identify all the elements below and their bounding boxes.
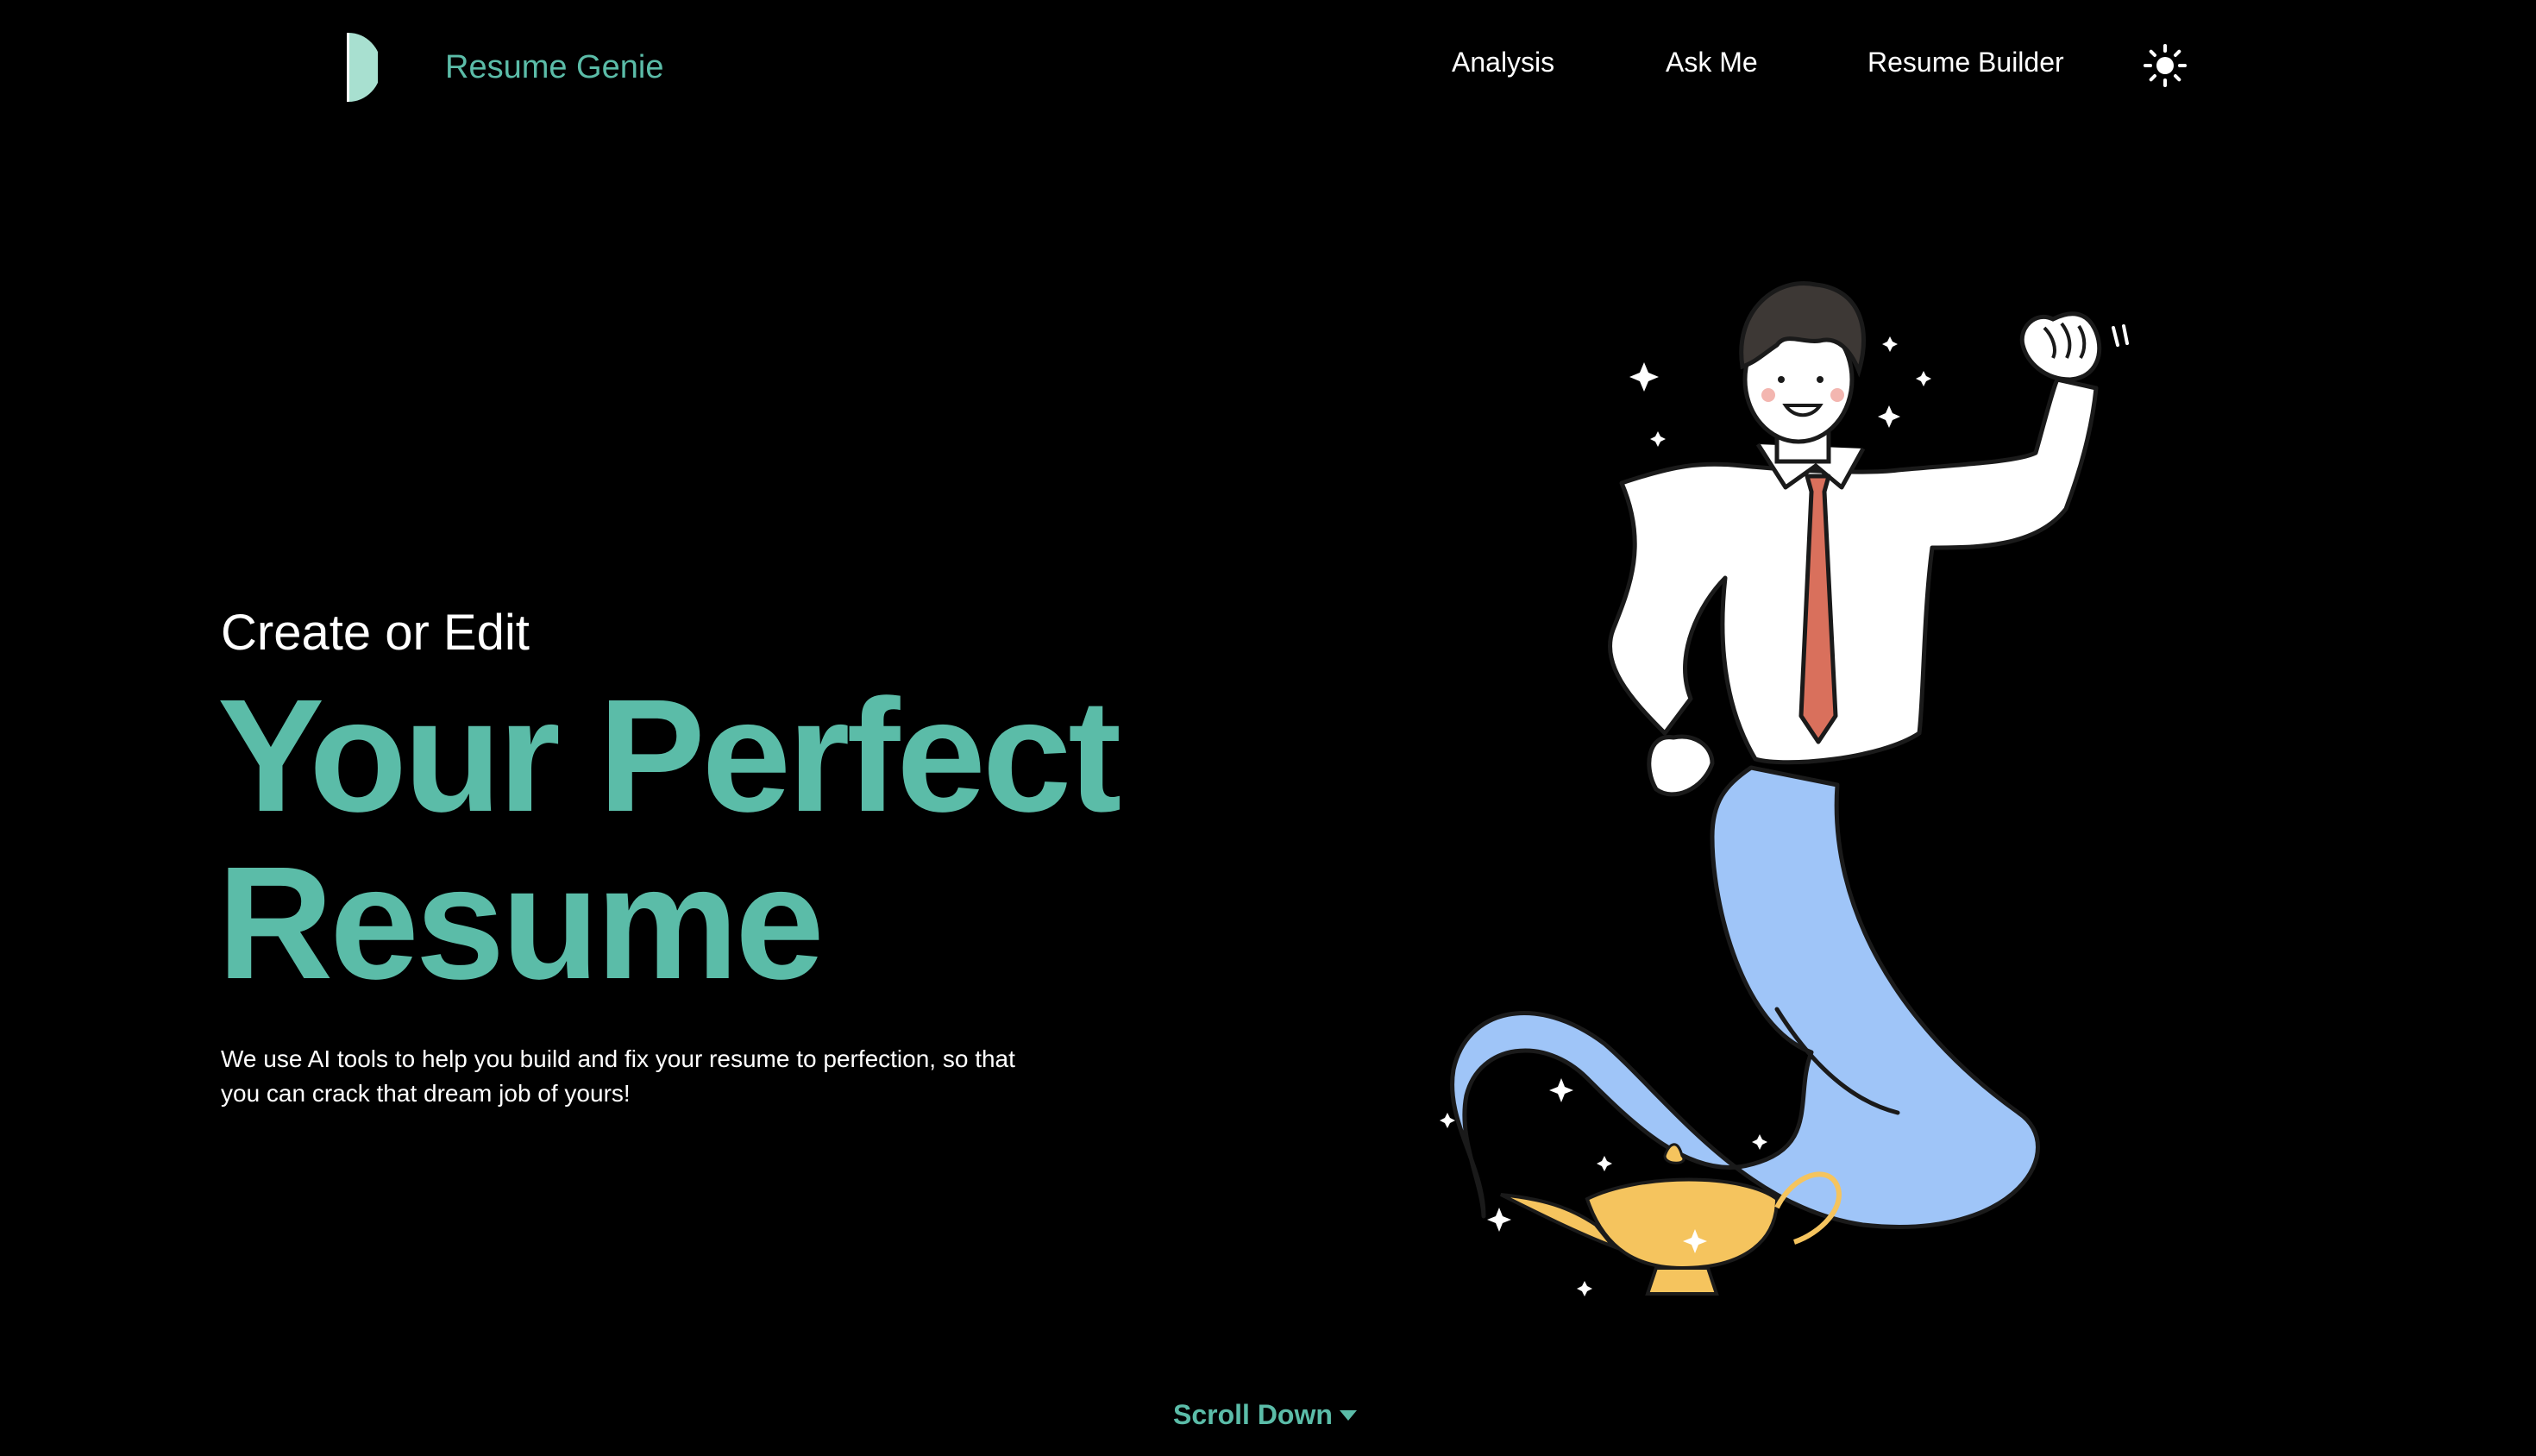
navbar: Resume Genie Analysis Ask Me Resume Buil… [0, 0, 2536, 135]
nav-link-resume-builder[interactable]: Resume Builder [1867, 47, 2064, 78]
hero-description: We use AI tools to help you build and fi… [221, 1045, 1015, 1107]
nav-link-analysis[interactable]: Analysis [1452, 47, 1554, 78]
brand-name: Resume Genie [445, 48, 664, 85]
genie-lamp-illustration [1440, 281, 2129, 1296]
nav-link-ask-me[interactable]: Ask Me [1666, 47, 1758, 78]
half-moon-logo-icon [347, 33, 378, 102]
scroll-down-button[interactable]: Scroll Down [1173, 1399, 1359, 1431]
sun-icon[interactable] [2143, 43, 2188, 88]
caret-down-icon [1339, 1409, 1357, 1421]
hero-title-line-1: Your Perfect [217, 667, 1121, 845]
hero-title: Your Perfect Resume [217, 673, 1252, 1007]
hero-title-line-2: Resume [217, 834, 825, 1013]
hero-subtitle: Create or Edit [221, 605, 530, 661]
page: Resume Genie Analysis Ask Me Resume Buil… [0, 0, 2536, 1456]
home-logo-link[interactable]: Resume Genie [345, 29, 663, 105]
scroll-down-label: Scroll Down [1173, 1399, 1333, 1430]
